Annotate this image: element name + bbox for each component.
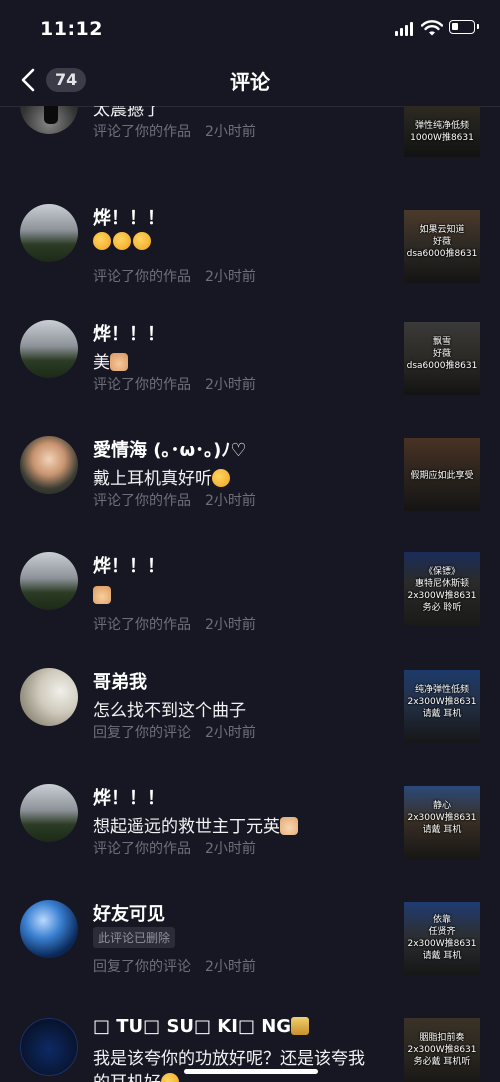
thumbnail-caption: 飘雪 好薇 dsa6000推8631 xyxy=(406,337,478,371)
comment-text: 美 xyxy=(93,348,130,373)
kissing-face-emoji-icon xyxy=(113,232,131,250)
nav-bar: 74 评论 xyxy=(0,56,500,107)
kissing-face-emoji-icon xyxy=(93,232,111,250)
avatar[interactable] xyxy=(20,784,78,842)
avatar[interactable] xyxy=(20,204,78,262)
post-thumbnail[interactable]: 纯净弹性低频 2x300W推8631 请戴 耳机 xyxy=(404,670,480,743)
status-bar: 11:12 xyxy=(0,0,500,56)
comment-text: 我是该夸你的功放好呢？还是该夸我 xyxy=(93,1049,365,1069)
grinning-face-emoji-icon xyxy=(212,469,230,487)
thumbnail-caption: 纯净弹性低频 2x300W推8631 请戴 耳机 xyxy=(407,685,477,719)
thumbnail-caption: 胭脂扣前奏 2x300W推8631 务必戴 耳机听 xyxy=(407,1033,477,1067)
thumbnail-caption: 依靠 任贤齐 2x300W推8631 请戴 耳机 xyxy=(407,915,477,961)
commenter-name[interactable]: 烨！！！ xyxy=(93,784,165,810)
avatar[interactable] xyxy=(20,1018,78,1076)
post-thumbnail[interactable]: 假期应如此享受 xyxy=(404,438,480,511)
home-indicator[interactable] xyxy=(184,1069,318,1074)
kissing-face-emoji-icon xyxy=(133,232,151,250)
comment-list: 太震撼了 评论了你的作品 2小时前 弹性纯净低频 1000W推8631 烨！！！ … xyxy=(0,106,500,1082)
commenter-name[interactable]: 哥弟我 xyxy=(93,668,147,694)
comment-item[interactable]: 愛情海 (｡･ω･｡)ﾉ♡ 戴上耳机真好听 评论了你的作品 2小时前 假期应如此享… xyxy=(0,430,500,546)
page-title: 评论 xyxy=(230,70,270,94)
commenter-name[interactable]: □ TU□ SU□ KI□ NG xyxy=(93,1016,311,1037)
comment-text: 太震撼了 xyxy=(93,106,161,120)
avatar[interactable] xyxy=(20,668,78,726)
post-thumbnail[interactable]: 如果云知道 好薇 dsa6000推8631 xyxy=(404,210,480,283)
avatar[interactable] xyxy=(20,552,78,610)
comment-text: 戴上耳机真好听 xyxy=(93,464,232,489)
emoji-icon xyxy=(161,1073,179,1082)
avatar[interactable] xyxy=(20,900,78,958)
thumbnail-caption: 如果云知道 好薇 dsa6000推8631 xyxy=(406,225,478,259)
commenter-name[interactable]: 好友可见 xyxy=(93,900,165,926)
comment-meta: 评论了你的作品 2小时前 xyxy=(93,493,256,509)
comment-text xyxy=(93,232,153,252)
comment-text: 想起遥远的救世主丁元英 xyxy=(93,812,300,837)
comment-meta: 评论了你的作品 2小时前 xyxy=(93,124,256,140)
post-thumbnail[interactable]: 《保镖》 惠特尼休斯顿 2x300W推8631 务必 聆听 xyxy=(404,552,480,625)
thumbnail-caption: 《保镖》 惠特尼休斯顿 2x300W推8631 务必 聆听 xyxy=(407,567,477,613)
commenter-name[interactable]: 愛情海 (｡･ω･｡)ﾉ♡ xyxy=(93,436,247,462)
comment-item[interactable]: 好友可见 此评论已删除 回复了你的评论 2小时前 依靠 任贤齐 2x300W推86… xyxy=(0,894,500,1010)
comment-item[interactable]: 哥弟我 怎么找不到这个曲子 回复了你的评论 2小时前 纯净弹性低频 2x300W推… xyxy=(0,662,500,778)
wifi-icon xyxy=(421,20,443,36)
comment-item[interactable]: 烨！！！ 想起遥远的救世主丁元英 评论了你的作品 2小时前 静心 2x300W推8… xyxy=(0,778,500,894)
cellular-signal-icon xyxy=(395,22,415,36)
comment-text xyxy=(93,586,113,606)
commenter-name[interactable]: 烨！！！ xyxy=(93,552,165,578)
comment-meta: 回复了你的评论 2小时前 xyxy=(93,959,256,975)
clapping-hands-emoji-icon xyxy=(280,817,298,835)
comment-item[interactable]: 烨！！！ 美 评论了你的作品 2小时前 飘雪 好薇 dsa6000推8631 xyxy=(0,314,500,430)
battery-icon xyxy=(449,20,479,34)
tram-emoji-icon xyxy=(291,1017,310,1035)
comment-meta: 评论了你的作品 2小时前 xyxy=(93,269,256,285)
status-time: 11:12 xyxy=(40,18,103,40)
comment-meta: 回复了你的评论 2小时前 xyxy=(93,725,256,741)
comment-text-line-2: 的耳机好 xyxy=(93,1068,181,1082)
thumbs-up-emoji-icon xyxy=(93,586,111,604)
post-thumbnail[interactable]: 弹性纯净低频 1000W推8631 xyxy=(404,106,480,157)
commenter-name[interactable]: 烨！！！ xyxy=(93,204,165,230)
avatar[interactable] xyxy=(20,106,78,134)
comment-item[interactable]: 烨！！！ 评论了你的作品 2小时前 《保镖》 惠特尼休斯顿 2x300W推8631… xyxy=(0,546,500,662)
avatar[interactable] xyxy=(20,320,78,378)
comment-meta: 评论了你的作品 2小时前 xyxy=(93,617,256,633)
post-thumbnail[interactable]: 依靠 任贤齐 2x300W推8631 请戴 耳机 xyxy=(404,902,480,975)
thumbnail-caption: 假期应如此享受 xyxy=(410,471,474,481)
ok-hand-emoji-icon xyxy=(110,353,128,371)
comment-meta: 评论了你的作品 2小时前 xyxy=(93,841,256,857)
post-thumbnail[interactable]: 静心 2x300W推8631 请戴 耳机 xyxy=(404,786,480,859)
thumbnail-caption: 弹性纯净低频 1000W推8631 xyxy=(410,121,474,143)
commenter-name[interactable]: 烨！！！ xyxy=(93,320,165,346)
comment-text: 怎么找不到这个曲子 xyxy=(93,701,246,721)
comment-meta: 评论了你的作品 2小时前 xyxy=(93,377,256,393)
post-thumbnail[interactable]: 飘雪 好薇 dsa6000推8631 xyxy=(404,322,480,395)
deleted-comment-badge: 此评论已删除 xyxy=(93,927,176,948)
thumbnail-caption: 静心 2x300W推8631 请戴 耳机 xyxy=(407,801,477,835)
post-thumbnail[interactable]: 胭脂扣前奏 2x300W推8631 务必戴 耳机听 xyxy=(404,1018,480,1082)
comment-item[interactable]: 太震撼了 评论了你的作品 2小时前 弹性纯净低频 1000W推8631 xyxy=(0,106,500,200)
avatar[interactable] xyxy=(20,436,78,494)
comment-item[interactable]: 烨！！！ 评论了你的作品 2小时前 如果云知道 好薇 dsa6000推8631 xyxy=(0,198,500,314)
